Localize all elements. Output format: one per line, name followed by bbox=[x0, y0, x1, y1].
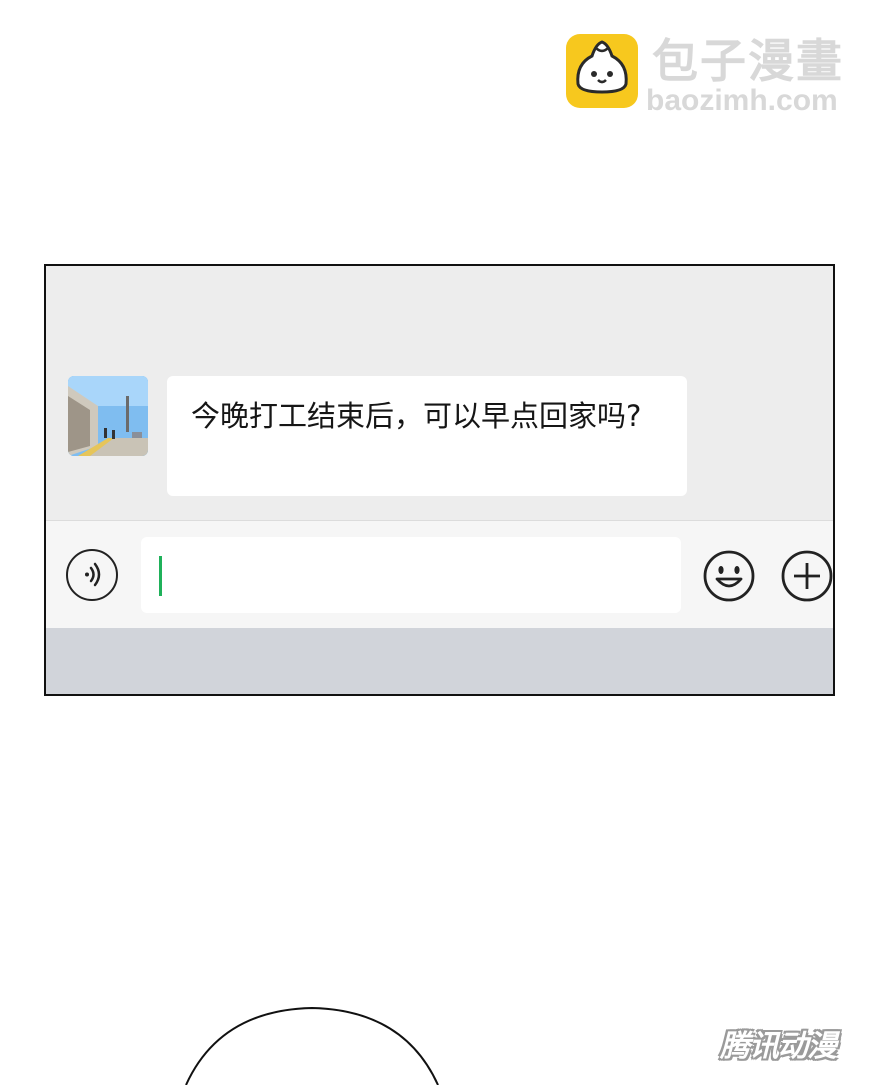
message-input[interactable] bbox=[141, 537, 681, 613]
site-watermark: 包子漫畫 baozimh.com bbox=[566, 34, 866, 118]
message-bubble[interactable]: 今晚打工结束后，可以早点回家吗? bbox=[167, 376, 687, 496]
text-caret bbox=[159, 556, 162, 596]
site-name: 包子漫畫 bbox=[652, 34, 844, 88]
comic-page: 包子漫畫 baozimh.com 今晚打工结束后，可以早点回家吗? 腾讯动漫 bbox=[0, 0, 880, 1085]
input-bar bbox=[46, 520, 833, 629]
message-text: 今晚打工结束后，可以早点回家吗? bbox=[191, 399, 642, 433]
message-list: 今晚打工结束后，可以早点回家吗? bbox=[46, 266, 833, 520]
emoji-icon[interactable] bbox=[702, 549, 756, 603]
drawn-arc bbox=[180, 1006, 444, 1085]
voice-icon[interactable] bbox=[66, 549, 118, 601]
publisher-watermark: 腾讯动漫 bbox=[720, 1029, 837, 1064]
keyboard-area bbox=[46, 628, 833, 694]
contact-avatar[interactable] bbox=[68, 376, 148, 456]
plus-icon[interactable] bbox=[780, 549, 833, 603]
chat-window: 今晚打工结束后，可以早点回家吗? bbox=[44, 264, 835, 696]
steamed-bun-icon bbox=[566, 34, 638, 108]
site-url: baozimh.com bbox=[646, 84, 838, 117]
